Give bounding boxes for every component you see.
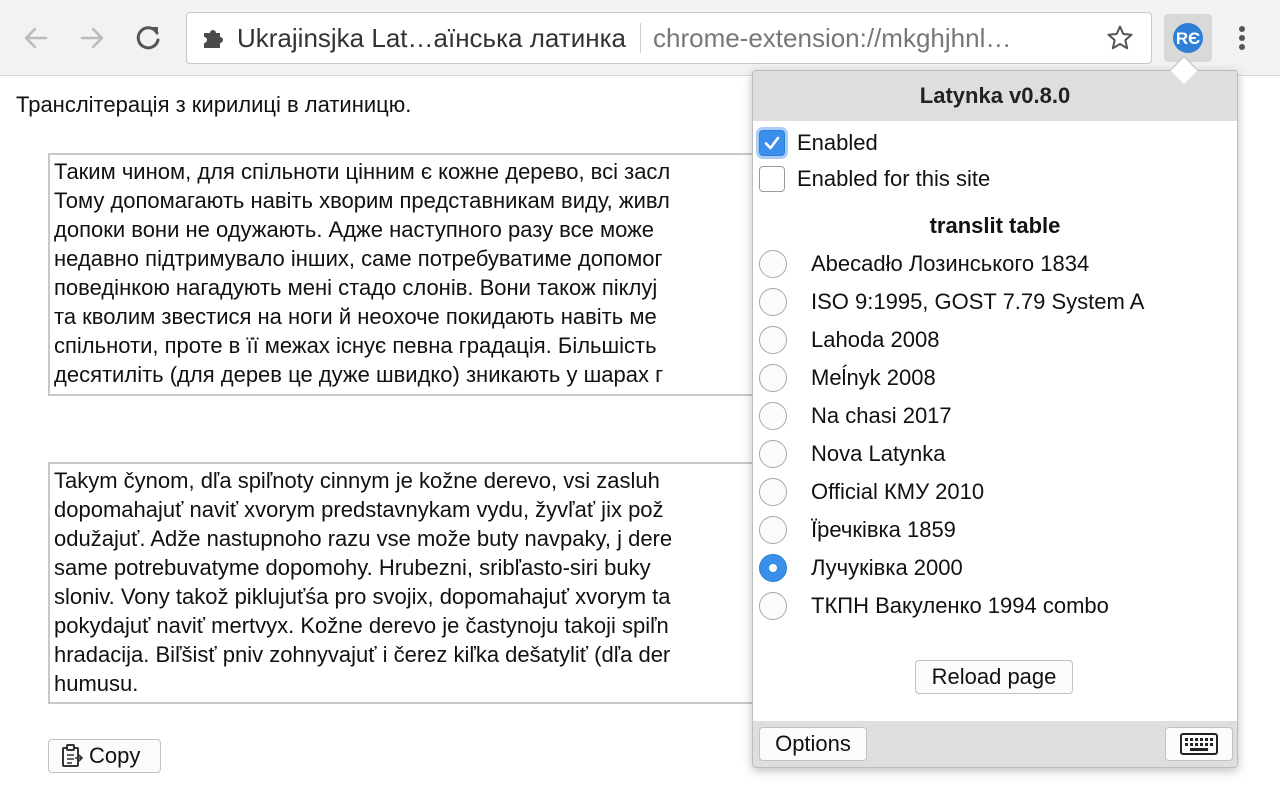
vertical-dots-icon xyxy=(1238,24,1246,52)
copy-button[interactable]: Copy xyxy=(48,739,161,773)
cyrillic-text-line: недавно підтримувало інших, саме потребу… xyxy=(54,244,802,273)
translit-option[interactable]: Official КМУ 2010 xyxy=(753,473,1237,511)
page-title-text: Ukrajinsjka Lat…аїнська латинка xyxy=(237,23,626,54)
enabled-site-label: Enabled for this site xyxy=(797,166,990,192)
reload-browser-button[interactable] xyxy=(124,14,172,62)
cyrillic-text-line: Таким чином, для спільноти цінним є кожн… xyxy=(54,157,802,186)
translit-radio[interactable] xyxy=(759,402,787,430)
latin-text-line: same potrebuvatyme dopomohy. Hrubezni, s… xyxy=(54,553,802,582)
translit-option-label: ТКПН Вакуленко 1994 combo xyxy=(811,593,1109,619)
cyrillic-text-line: поведінкою нагадують мені стадо слонів. … xyxy=(54,273,802,302)
latin-text-line: odužajuť. Adže nastupnoho razu vse može … xyxy=(54,524,802,553)
translit-option-label: Nova Latynka xyxy=(811,441,946,467)
popup-footer: Options xyxy=(753,721,1238,768)
keyboard-button[interactable] xyxy=(1165,727,1233,761)
back-button[interactable] xyxy=(12,14,60,62)
back-arrow-icon xyxy=(22,24,50,52)
translit-option[interactable]: Meĺnyk 2008 xyxy=(753,359,1237,397)
star-icon xyxy=(1106,24,1134,52)
translit-radio[interactable] xyxy=(759,478,787,506)
popup-title: Latynka v0.8.0 xyxy=(753,71,1237,121)
browser-menu-button[interactable] xyxy=(1222,14,1262,62)
latin-text-line: pokydajuť naviť mertvyx. Kožne derevo je… xyxy=(54,611,802,640)
latin-text-line: sloniv. Vony takož piklujuťśa pro svojix… xyxy=(54,582,802,611)
translit-option[interactable]: Ї̈речківка 1859 xyxy=(753,511,1237,549)
latin-textarea[interactable]: Takym čynom, dľa spiľnoty cinnym je kožn… xyxy=(48,462,808,704)
translit-radio[interactable] xyxy=(759,288,787,316)
cyrillic-text-line: Тому допомагають навіть хворим представн… xyxy=(54,186,802,215)
translit-option-label: Лучуківка 2000 xyxy=(811,555,963,581)
latin-text-line: Takym čynom, dľa spiľnoty cinnym je kožn… xyxy=(54,466,802,495)
latin-text-line: hradacija. Biľšisť pniv zohnyvajuť i čer… xyxy=(54,640,802,669)
reload-icon xyxy=(133,23,163,53)
translit-options: Abecadło Лозинського 1834 ISO 9:1995, GOS… xyxy=(753,245,1237,625)
translit-option[interactable]: ISO 9:1995, GOST 7.79 System A xyxy=(753,283,1237,321)
translit-table-heading: translit table xyxy=(753,209,1237,243)
puzzle-piece-icon xyxy=(201,25,227,51)
translit-option[interactable]: Lahoda 2008 xyxy=(753,321,1237,359)
enabled-site-row[interactable]: Enabled for this site xyxy=(753,161,1237,197)
bookmark-star-icon[interactable] xyxy=(1103,21,1137,55)
copy-button-label: Copy xyxy=(89,743,140,769)
options-button[interactable]: Options xyxy=(759,727,867,761)
browser-toolbar: Ukrajinsjka Lat…аїнська латинка chrome-e… xyxy=(0,0,1280,76)
reload-page-button[interactable]: Reload page xyxy=(915,660,1073,694)
translit-radio[interactable] xyxy=(759,364,787,392)
translit-radio[interactable] xyxy=(759,592,787,620)
latynka-extension-icon: RЄ xyxy=(1171,21,1205,55)
clipboard-icon xyxy=(61,744,83,768)
enabled-checkbox[interactable] xyxy=(759,130,785,156)
address-bar[interactable]: Ukrajinsjka Lat…аїнська латинка chrome-e… xyxy=(186,12,1152,64)
cyrillic-text-line: спільноти, проте в її межах існує певна … xyxy=(54,331,802,360)
forward-arrow-icon xyxy=(78,24,106,52)
cyrillic-text-line: та кволим звестися на ноги й неохоче пок… xyxy=(54,302,802,331)
checkmark-icon xyxy=(763,134,781,152)
extension-popup: Latynka v0.8.0 Enabled Enabled for this … xyxy=(752,70,1238,768)
translit-radio[interactable] xyxy=(759,250,787,278)
cyrillic-textarea[interactable]: Таким чином, для спільноти цінним є кожн… xyxy=(48,153,808,396)
enabled-row[interactable]: Enabled xyxy=(753,125,1237,161)
enabled-site-checkbox[interactable] xyxy=(759,166,785,192)
translit-option-label: Abecadło Лозинського 1834 xyxy=(811,251,1089,277)
radio-selected-dot xyxy=(769,564,777,572)
translit-option-label: Lahoda 2008 xyxy=(811,327,939,353)
cyrillic-text-line: десятиліть (для дерев це дуже швидко) зн… xyxy=(54,360,802,389)
latin-text-line: humusu. xyxy=(54,669,802,698)
translit-option[interactable]: Лучуківка 2000 xyxy=(753,549,1237,587)
address-separator xyxy=(640,23,641,53)
translit-option-label: ISO 9:1995, GOST 7.79 System A xyxy=(811,289,1144,315)
translit-radio[interactable] xyxy=(759,440,787,468)
translit-option-label: Meĺnyk 2008 xyxy=(811,365,936,391)
latin-text-line: dopomahajuť naviť xvorym predstavnykam v… xyxy=(54,495,802,524)
translit-option[interactable]: ТКПН Вакуленко 1994 combo xyxy=(753,587,1237,625)
forward-button[interactable] xyxy=(68,14,116,62)
translit-option-label: Official КМУ 2010 xyxy=(811,479,984,505)
translit-option-label: Ї̈речківка 1859 xyxy=(811,517,956,543)
translit-radio[interactable] xyxy=(759,554,787,582)
translit-option[interactable]: Nova Latynka xyxy=(753,435,1237,473)
translit-radio[interactable] xyxy=(759,326,787,354)
url-text[interactable]: chrome-extension://mkghjhnl… xyxy=(653,23,1103,54)
enabled-label: Enabled xyxy=(797,130,878,156)
translit-option[interactable]: Abecadło Лозинського 1834 xyxy=(753,245,1237,283)
cyrillic-text-line: допоки вони не одужають. Адже наступного… xyxy=(54,215,802,244)
translit-option-label: Na chasi 2017 xyxy=(811,403,952,429)
svg-text:RЄ: RЄ xyxy=(1176,29,1200,48)
keyboard-icon xyxy=(1180,733,1218,755)
page-heading: Транслітерація з кирилиці в латиницю. xyxy=(16,92,411,118)
latynka-extension-button[interactable]: RЄ xyxy=(1164,14,1212,62)
translit-radio[interactable] xyxy=(759,516,787,544)
translit-option[interactable]: Na chasi 2017 xyxy=(753,397,1237,435)
